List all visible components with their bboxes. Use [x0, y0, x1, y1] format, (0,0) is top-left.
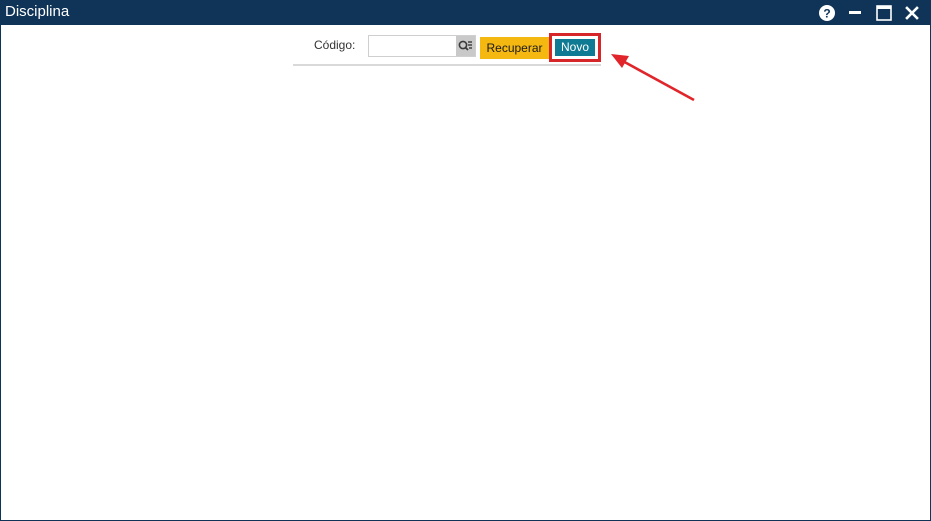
- window: Disciplina ? Código: Recuperar Novo: [0, 0, 931, 521]
- help-icon: ?: [819, 5, 835, 21]
- search-list-icon: [458, 40, 472, 51]
- novo-highlight-box: Novo: [549, 33, 601, 62]
- novo-button[interactable]: Novo: [555, 39, 595, 56]
- recuperar-button[interactable]: Recuperar: [480, 37, 549, 59]
- minimize-icon: [849, 11, 861, 14]
- codigo-input[interactable]: [369, 36, 457, 56]
- title-bar: Disciplina ?: [1, 0, 930, 25]
- codigo-label: Código:: [314, 38, 356, 52]
- close-icon: [905, 6, 919, 20]
- close-button[interactable]: [903, 4, 921, 22]
- annotation-arrow-icon: [611, 54, 695, 102]
- help-button[interactable]: ?: [818, 4, 836, 22]
- svg-text:?: ?: [823, 7, 830, 21]
- codigo-field: [368, 35, 476, 57]
- maximize-button[interactable]: [875, 4, 893, 22]
- lookup-button[interactable]: [456, 36, 475, 56]
- search-toolbar: Código: Recuperar Novo: [293, 33, 601, 66]
- maximize-icon: [876, 5, 892, 21]
- minimize-button[interactable]: [846, 4, 864, 22]
- window-title: Disciplina: [5, 3, 70, 20]
